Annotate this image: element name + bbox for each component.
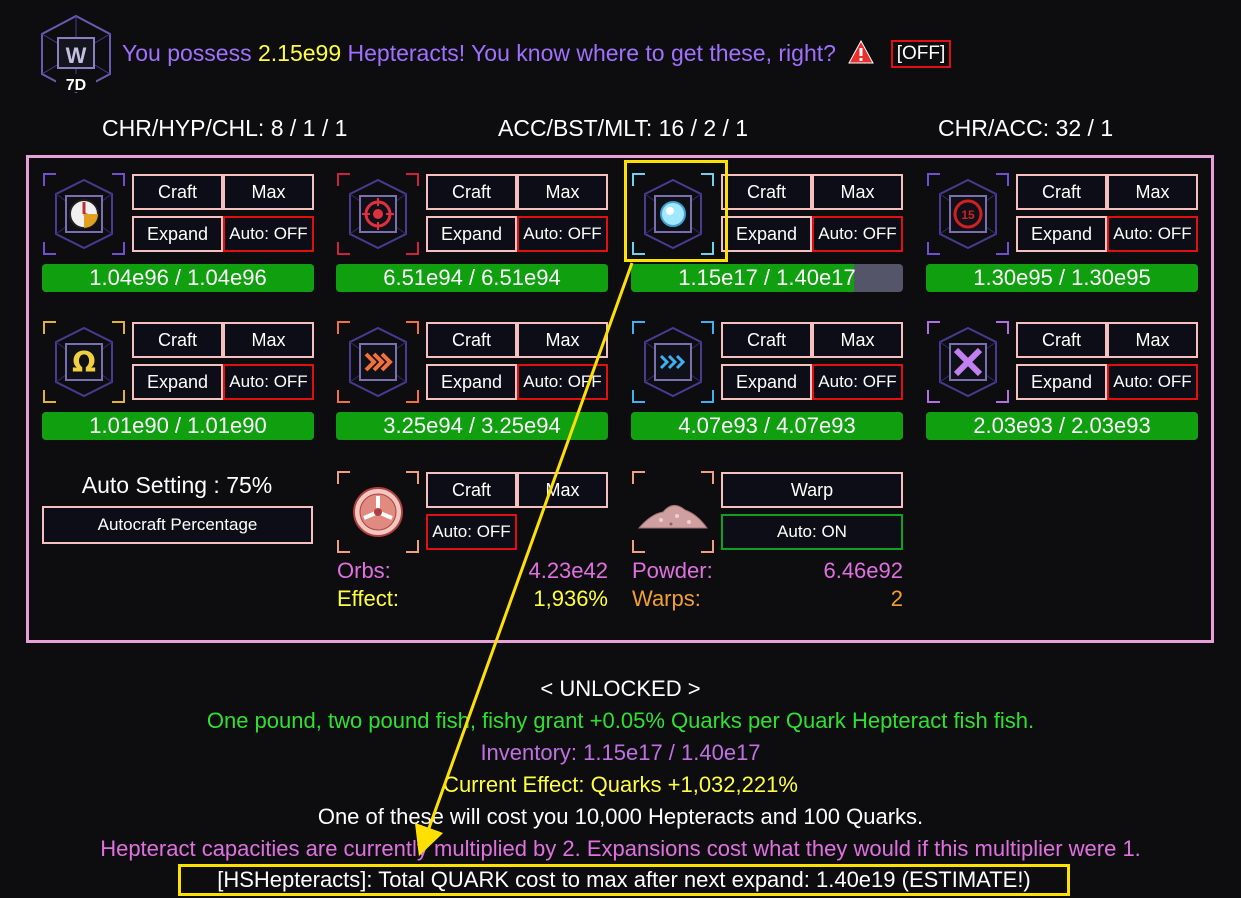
multiplier-craft-button[interactable]: Craft: [1016, 322, 1107, 358]
accelerator-craft-button[interactable]: Craft: [426, 322, 517, 358]
omega-icon: Ω: [72, 346, 96, 379]
powder-auto-toggle[interactable]: Auto: ON: [721, 514, 903, 550]
hepteract-toggle-button[interactable]: [OFF]: [890, 40, 952, 68]
hyperrealism-craft-button[interactable]: Craft: [426, 174, 517, 210]
quark-auto-toggle[interactable]: Auto: OFF: [812, 216, 903, 252]
accelerator-boost-craft-button[interactable]: Craft: [721, 322, 812, 358]
accelerator-boost-max-button[interactable]: Max: [812, 322, 903, 358]
abyss-auto-toggle[interactable]: Auto: OFF: [223, 364, 314, 400]
craft-cost-text: One of these will cost you 10,000 Hepter…: [317, 804, 924, 829]
hepteract-description: One pound, two pound fish, fishy grant +…: [206, 708, 1035, 733]
multiplier-progress-bar: 2.03e93 / 2.03e93: [926, 412, 1198, 440]
inventory-text: Inventory: 1.15e17 / 1.40e17: [480, 740, 761, 765]
accelerator-progress-bar: 3.25e94 / 3.25e94: [336, 412, 608, 440]
warps-label: Warps:: [632, 586, 701, 611]
multiplier-progress-label: 2.03e93 / 2.03e93: [973, 413, 1151, 438]
hyperrealism-auto-toggle[interactable]: Auto: OFF: [517, 216, 608, 252]
abyss-max-button[interactable]: Max: [223, 322, 314, 358]
hepteract-amount: 2.15e99: [257, 40, 342, 66]
challenge-progress-bar: 1.30e95 / 1.30e95: [926, 264, 1198, 292]
accelerator-progress-label: 3.25e94 / 3.25e94: [383, 413, 561, 438]
capacity-multiplier-text: Hepteract capacities are currently multi…: [100, 836, 1141, 861]
hepteract-summary: You possess 2.15e99 Hepteracts! You know…: [122, 39, 952, 68]
quark-progress-bar: 1.15e17 / 1.40e17: [631, 264, 903, 292]
hs-estimate-box: [HSHepteracts]: Total QUARK cost to max …: [178, 864, 1070, 896]
powder-slot[interactable]: [631, 470, 714, 553]
hyperrealism-progress-label: 6.51e94 / 6.51e94: [383, 265, 561, 290]
powder-value: 6.46e92: [823, 558, 903, 583]
quark-craft-button[interactable]: Craft: [721, 174, 812, 210]
accelerator-boost-expand-button[interactable]: Expand: [721, 364, 812, 400]
chronos-auto-toggle[interactable]: Auto: OFF: [223, 216, 314, 252]
summary-prefix: You possess: [122, 40, 252, 66]
multiplier-expand-button[interactable]: Expand: [1016, 364, 1107, 400]
clock-icon: [69, 199, 99, 229]
abyss-expand-button[interactable]: Expand: [132, 364, 223, 400]
challenge-expand-button[interactable]: Expand: [1016, 216, 1107, 252]
accelerator-boost-progress-bar: 4.07e93 / 4.07e93: [631, 412, 903, 440]
hepteract-logo: W 7D: [34, 14, 118, 94]
summary-suffix: Hepteracts! You know where to get these,…: [347, 40, 836, 66]
ratio-acc-bst-mlt: ACC/BST/MLT: 16 / 2 / 1: [498, 115, 749, 141]
quark-progress-label: 1.15e17 / 1.40e17: [678, 265, 856, 290]
orbs-effect-value: 1,936%: [533, 586, 608, 611]
chronos-craft-button[interactable]: Craft: [132, 174, 223, 210]
abyss-progress-label: 1.01e90 / 1.01e90: [89, 413, 267, 438]
hepteract-slot-multiplier[interactable]: [926, 320, 1009, 403]
challenge-progress-label: 1.30e95 / 1.30e95: [973, 265, 1151, 290]
autocraft-percentage-button[interactable]: Autocraft Percentage: [42, 506, 313, 544]
orbs-max-button[interactable]: Max: [517, 472, 608, 508]
hepteract-slot-accelerator[interactable]: [336, 320, 419, 403]
chronos-max-button[interactable]: Max: [223, 174, 314, 210]
chronos-expand-button[interactable]: Expand: [132, 216, 223, 252]
svg-text:15: 15: [961, 208, 975, 222]
hyperrealism-progress-bar: 6.51e94 / 6.51e94: [336, 264, 608, 292]
unlocked-label: < UNLOCKED >: [540, 676, 701, 701]
quark-max-button[interactable]: Max: [812, 174, 903, 210]
quark-expand-button[interactable]: Expand: [721, 216, 812, 252]
accelerator-boost-progress-label: 4.07e93 / 4.07e93: [678, 413, 856, 438]
ratio-chr-acc: CHR/ACC: 32 / 1: [938, 115, 1114, 141]
hyperrealism-expand-button[interactable]: Expand: [426, 216, 517, 252]
orbs-effect-label: Effect:: [337, 586, 399, 611]
hepteract-slot-abyss[interactable]: Ω: [42, 320, 125, 403]
powder-warp-button[interactable]: Warp: [721, 472, 903, 508]
warning-icon: [848, 39, 875, 64]
accelerator-boost-auto-toggle[interactable]: Auto: OFF: [812, 364, 903, 400]
svg-text:Ω: Ω: [72, 346, 96, 379]
orbs-label: Orbs:: [337, 558, 391, 583]
hepteract-slot-challenge[interactable]: 15: [926, 172, 1009, 255]
chronos-progress-bar: 1.04e96 / 1.04e96: [42, 264, 314, 292]
svg-text:7D: 7D: [66, 77, 86, 94]
abyss-craft-button[interactable]: Craft: [132, 322, 223, 358]
powder-label: Powder:: [632, 558, 713, 583]
chronos-progress-label: 1.04e96 / 1.04e96: [89, 265, 267, 290]
accelerator-max-button[interactable]: Max: [517, 322, 608, 358]
orbs-auto-toggle[interactable]: Auto: OFF: [426, 514, 517, 550]
challenge-auto-toggle[interactable]: Auto: OFF: [1107, 216, 1198, 252]
abyss-progress-bar: 1.01e90 / 1.01e90: [42, 412, 314, 440]
hepteract-slot-accelerator-boost[interactable]: [631, 320, 714, 403]
svg-text:W: W: [66, 43, 87, 68]
warps-value: 2: [890, 586, 903, 611]
orb-icon: [353, 487, 403, 537]
current-effect-text: Current Effect: Quarks +1,032,221%: [443, 772, 798, 797]
powder-pile-icon: [637, 505, 708, 529]
ratio-chr-hyp-chl: CHR/HYP/CHL: 8 / 1 / 1: [102, 115, 348, 141]
challenge-max-button[interactable]: Max: [1107, 174, 1198, 210]
auto-setting-label: Auto Setting : 75%: [81, 472, 273, 498]
multiplier-max-button[interactable]: Max: [1107, 322, 1198, 358]
orbs-craft-button[interactable]: Craft: [426, 472, 517, 508]
hs-estimate-text: [HSHepteracts]: Total QUARK cost to max …: [217, 867, 1031, 892]
orbs-value: 4.23e42: [528, 558, 608, 583]
hepteract-slot-hyperrealism[interactable]: [336, 172, 419, 255]
orb-slot[interactable]: [336, 470, 419, 553]
multiplier-auto-toggle[interactable]: Auto: OFF: [1107, 364, 1198, 400]
challenge-craft-button[interactable]: Craft: [1016, 174, 1107, 210]
quark-highlight-annotation: [624, 160, 728, 262]
hepteract-slot-chronos[interactable]: [42, 172, 125, 255]
accelerator-auto-toggle[interactable]: Auto: OFF: [517, 364, 608, 400]
hyperrealism-max-button[interactable]: Max: [517, 174, 608, 210]
accelerator-expand-button[interactable]: Expand: [426, 364, 517, 400]
